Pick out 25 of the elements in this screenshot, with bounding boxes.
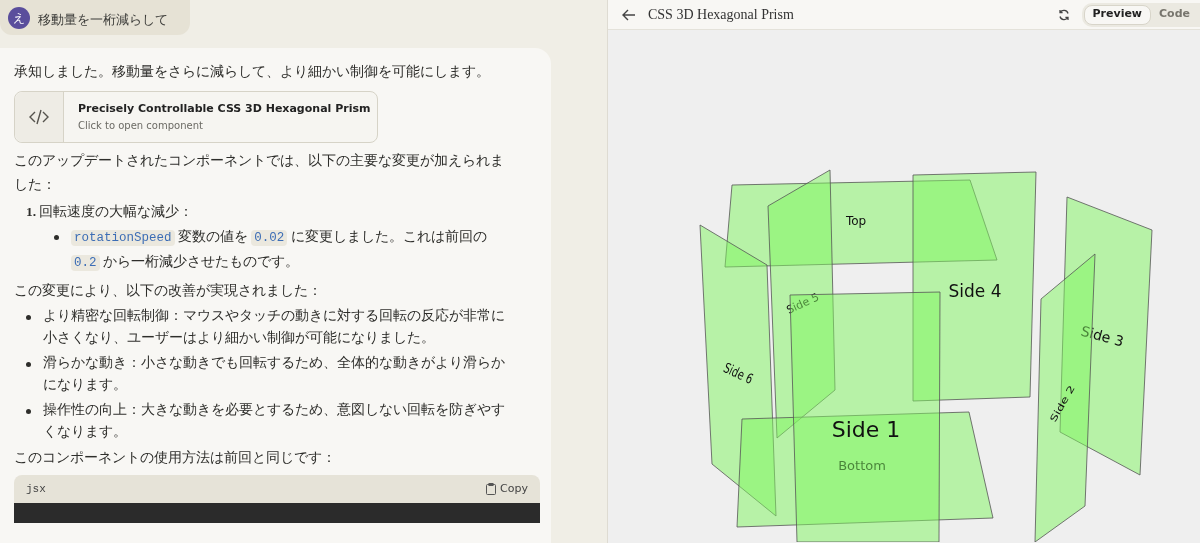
code-icon [29,109,49,125]
artifact-subtitle: Click to open component [78,118,204,133]
response-text: このコンポーネントの使用方法は前回と同じです： [14,449,337,467]
list-item-text: より精密な回転制御：マウスやタッチの動きに対する回転の反応が非常に小さくなり、ユーザーはより細かい制御が可能になりました。 [43,307,506,347]
response-text: この変更により、以下の改善が実現されました： [14,282,323,300]
list-number: 1. [26,203,37,221]
copy-button[interactable]: Copy [486,480,528,498]
list-item-text: 操作性の向上：大きな動きを必要とするため、意図しない回転を防ぎやすくなります。 [43,401,506,441]
user-message-text: 移動量を一桁減らして [38,10,168,29]
clipboard-icon [486,483,497,495]
view-tab[interactable]: Code [1151,4,1198,25]
artifact-card[interactable]: Precisely Controllable CSS 3D Hexagonal Prism Click to open component [14,91,378,143]
response-text: このアップデートされたコンポーネントでは、以下の主要な変更が加えられました： [14,152,505,194]
list-item-text: 滑らかな動き：小さな動きでも回転するため、全体的な動きがより滑らかになります。 [43,354,506,394]
back-arrow-icon[interactable] [622,8,636,21]
list-item-text: rotationSpeed 変数の値を 0.02 に変更しました。これは前回の 0.2 から一桁減少させたものです。 [71,225,511,275]
list-item-text: 回転速度の大幅な減少： [39,203,194,221]
user-avatar: え [8,7,30,29]
view-tab[interactable]: Preview [1083,4,1152,25]
response-text: 承知しました。移動量をさらに減らして、より細かい制御を可能にします。 [14,63,491,81]
artifact-title: Precisely Controllable CSS 3D Hexagonal Prism [78,101,371,118]
prism-face: Side 4 [912,171,1037,402]
preview-title: CSS 3D Hexagonal Prism [648,6,794,24]
refresh-icon[interactable] [1057,8,1070,21]
code-language-label: jsx [26,481,46,497]
